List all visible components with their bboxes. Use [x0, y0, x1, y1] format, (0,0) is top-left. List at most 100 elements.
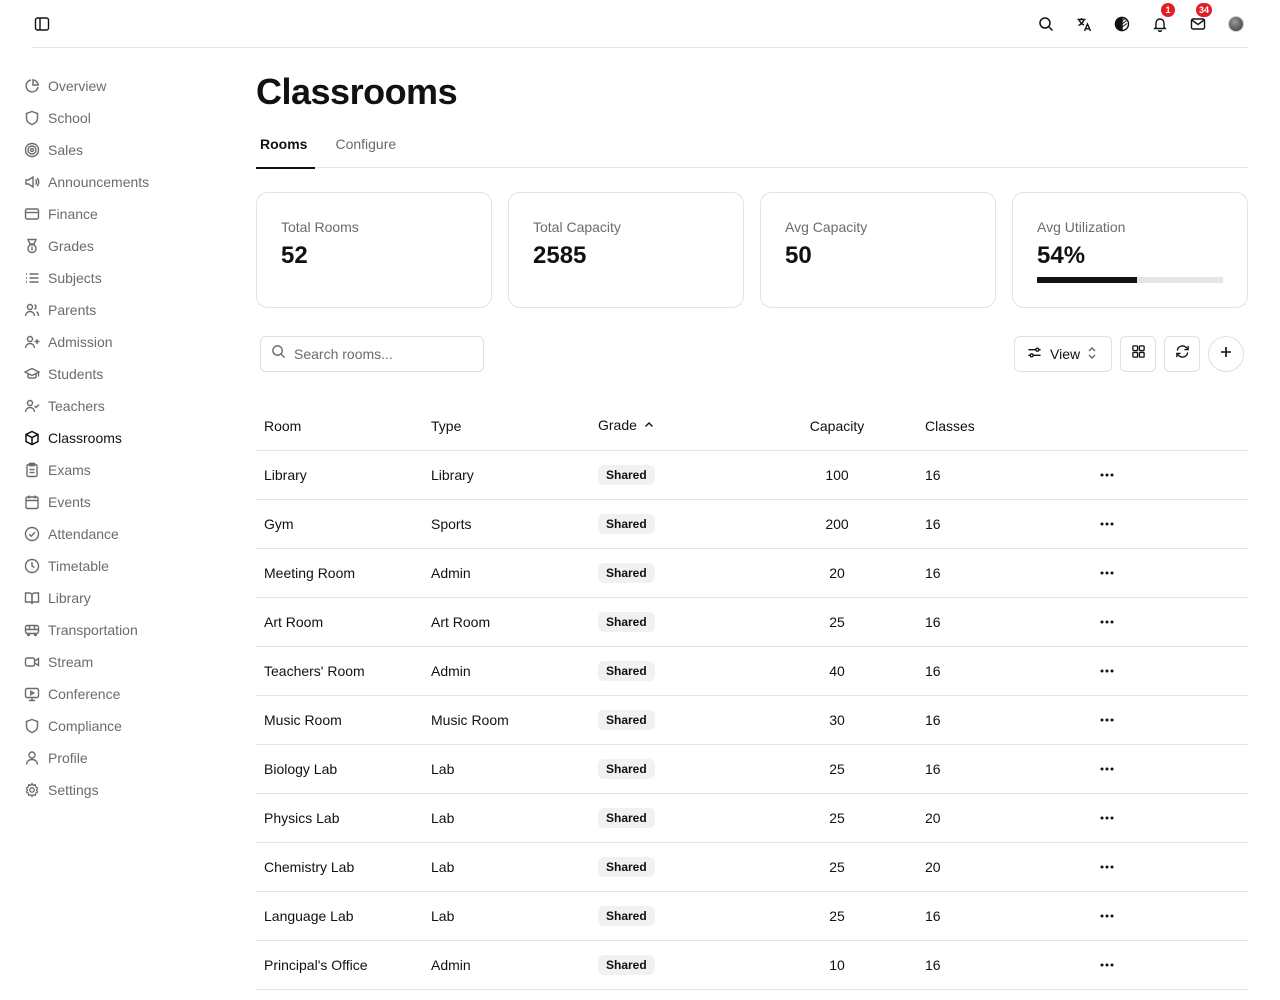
sidebar-item-library[interactable]: Library — [16, 582, 226, 614]
add-room-button[interactable] — [1208, 336, 1244, 372]
cell-capacity: 25 — [829, 907, 845, 924]
row-actions-more-icon[interactable] — [1095, 708, 1119, 732]
sidebar-item-settings[interactable]: Settings — [16, 774, 226, 806]
sidebar-item-profile[interactable]: Profile — [16, 742, 226, 774]
grid-view-button[interactable] — [1120, 336, 1156, 372]
sidebar-item-label: Admission — [48, 334, 113, 350]
sidebar-item-compliance[interactable]: Compliance — [16, 710, 226, 742]
table-row[interactable]: Chemistry Lab Lab Shared 25 20 — [256, 842, 1248, 891]
cell-room: Music Room — [264, 711, 342, 728]
sidebar-item-finance[interactable]: Finance — [16, 198, 226, 230]
cell-classes: 16 — [925, 564, 941, 581]
cell-type: Music Room — [431, 711, 509, 728]
cell-classes: 16 — [925, 613, 941, 630]
sidebar-item-transportation[interactable]: Transportation — [16, 614, 226, 646]
theme-toggle-icon[interactable] — [1110, 12, 1134, 36]
search-icon[interactable] — [1034, 12, 1058, 36]
cell-room: Principal's Office — [264, 956, 368, 973]
avatar[interactable] — [1228, 16, 1244, 32]
sidebar-item-classrooms[interactable]: Classrooms — [16, 422, 226, 454]
sidebar-item-events[interactable]: Events — [16, 486, 226, 518]
check-circle-icon — [24, 526, 40, 542]
sidebar-item-label: Classrooms — [48, 430, 122, 446]
sidebar-item-label: Subjects — [48, 270, 102, 286]
row-actions-more-icon[interactable] — [1095, 904, 1119, 928]
sidebar-item-parents[interactable]: Parents — [16, 294, 226, 326]
sidebar-item-attendance[interactable]: Attendance — [16, 518, 226, 550]
grade-badge: Shared — [598, 562, 655, 583]
utilization-progress-fill — [1037, 277, 1138, 283]
cell-type: Lab — [431, 760, 455, 777]
table-row[interactable]: Principal's Office Admin Shared 10 16 — [256, 940, 1248, 989]
refresh-button[interactable] — [1164, 336, 1200, 372]
column-header-grade[interactable]: Grade — [590, 402, 757, 450]
view-options-button[interactable]: View — [1014, 336, 1112, 372]
sidebar-item-students[interactable]: Students — [16, 358, 226, 390]
cell-grade: Shared — [590, 793, 757, 842]
cell-room: Biology Lab — [264, 760, 338, 777]
sidebar-item-subjects[interactable]: Subjects — [16, 262, 226, 294]
table-row[interactable]: Physics Lab Lab Shared 25 20 — [256, 793, 1248, 842]
column-header-type[interactable]: Type — [423, 402, 590, 450]
clipboard-icon — [24, 462, 40, 478]
user-menu[interactable] — [1224, 12, 1248, 36]
row-actions-more-icon[interactable] — [1095, 463, 1119, 487]
sidebar-item-admission[interactable]: Admission — [16, 326, 226, 358]
sidebar-item-teachers[interactable]: Teachers — [16, 390, 226, 422]
sidebar-item-timetable[interactable]: Timetable — [16, 550, 226, 582]
sidebar-item-school[interactable]: School — [16, 102, 226, 134]
sidebar-item-label: School — [48, 110, 91, 126]
row-actions-more-icon[interactable] — [1095, 757, 1119, 781]
cell-classes: 16 — [925, 760, 941, 777]
sidebar-item-announcements[interactable]: Announcements — [16, 166, 226, 198]
table-header-row: Room Type Grade Capacity Classes — [256, 402, 1248, 450]
translate-icon[interactable] — [1072, 12, 1096, 36]
notifications-bell-icon[interactable]: 1 — [1148, 3, 1175, 36]
column-header-classes[interactable]: Classes — [917, 402, 1087, 450]
sidebar-item-grades[interactable]: Grades — [16, 230, 226, 262]
row-actions-more-icon[interactable] — [1095, 561, 1119, 585]
sidebar-item-overview[interactable]: Overview — [16, 70, 226, 102]
cell-actions — [1087, 891, 1248, 940]
cell-type: Admin — [431, 956, 471, 973]
row-actions-more-icon[interactable] — [1095, 855, 1119, 879]
sidebar-toggle-icon[interactable] — [32, 14, 52, 34]
list-icon — [24, 270, 40, 286]
sidebar-item-sales[interactable]: Sales — [16, 134, 226, 166]
table-row[interactable]: Music Room Music Room Shared 30 16 — [256, 695, 1248, 744]
top-bar: 1 34 — [32, 0, 1248, 48]
mail-icon[interactable]: 34 — [1186, 3, 1213, 36]
row-actions-more-icon[interactable] — [1095, 610, 1119, 634]
sidebar-item-label: Teachers — [48, 398, 105, 414]
column-header-capacity[interactable]: Capacity — [757, 402, 917, 450]
sidebar-item-stream[interactable]: Stream — [16, 646, 226, 678]
row-actions-more-icon[interactable] — [1095, 659, 1119, 683]
table-row[interactable]: Art Room Art Room Shared 25 16 — [256, 597, 1248, 646]
sidebar-item-label: Exams — [48, 462, 91, 478]
row-actions-more-icon[interactable] — [1095, 806, 1119, 830]
tab-configure[interactable]: Configure — [331, 134, 400, 168]
cell-actions — [1087, 744, 1248, 793]
table-row[interactable]: Gym Sports Shared 200 16 — [256, 499, 1248, 548]
cell-classes: 16 — [925, 515, 941, 532]
table-row[interactable]: Meeting Room Admin Shared 20 16 — [256, 548, 1248, 597]
search-input[interactable] — [294, 346, 474, 362]
search-box[interactable] — [260, 336, 484, 372]
column-header-room[interactable]: Room — [256, 402, 423, 450]
table-row[interactable]: Biology Lab Lab Shared 25 16 — [256, 744, 1248, 793]
table-row[interactable]: Library Library Shared 100 16 — [256, 450, 1248, 499]
sidebar-item-exams[interactable]: Exams — [16, 454, 226, 486]
cell-capacity: 25 — [829, 809, 845, 826]
sidebar-item-label: Grades — [48, 238, 94, 254]
tab-rooms[interactable]: Rooms — [256, 134, 316, 169]
calendar-icon — [24, 494, 40, 510]
cell-capacity: 25 — [829, 760, 845, 777]
row-actions-more-icon[interactable] — [1095, 512, 1119, 536]
row-actions-more-icon[interactable] — [1095, 953, 1119, 977]
sidebar-item-conference[interactable]: Conference — [16, 678, 226, 710]
cell-actions — [1087, 548, 1248, 597]
table-row[interactable]: Teachers' Room Admin Shared 40 16 — [256, 646, 1248, 695]
chart-pie-icon — [24, 78, 40, 94]
cell-grade: Shared — [590, 450, 757, 499]
table-row[interactable]: Language Lab Lab Shared 25 16 — [256, 891, 1248, 940]
